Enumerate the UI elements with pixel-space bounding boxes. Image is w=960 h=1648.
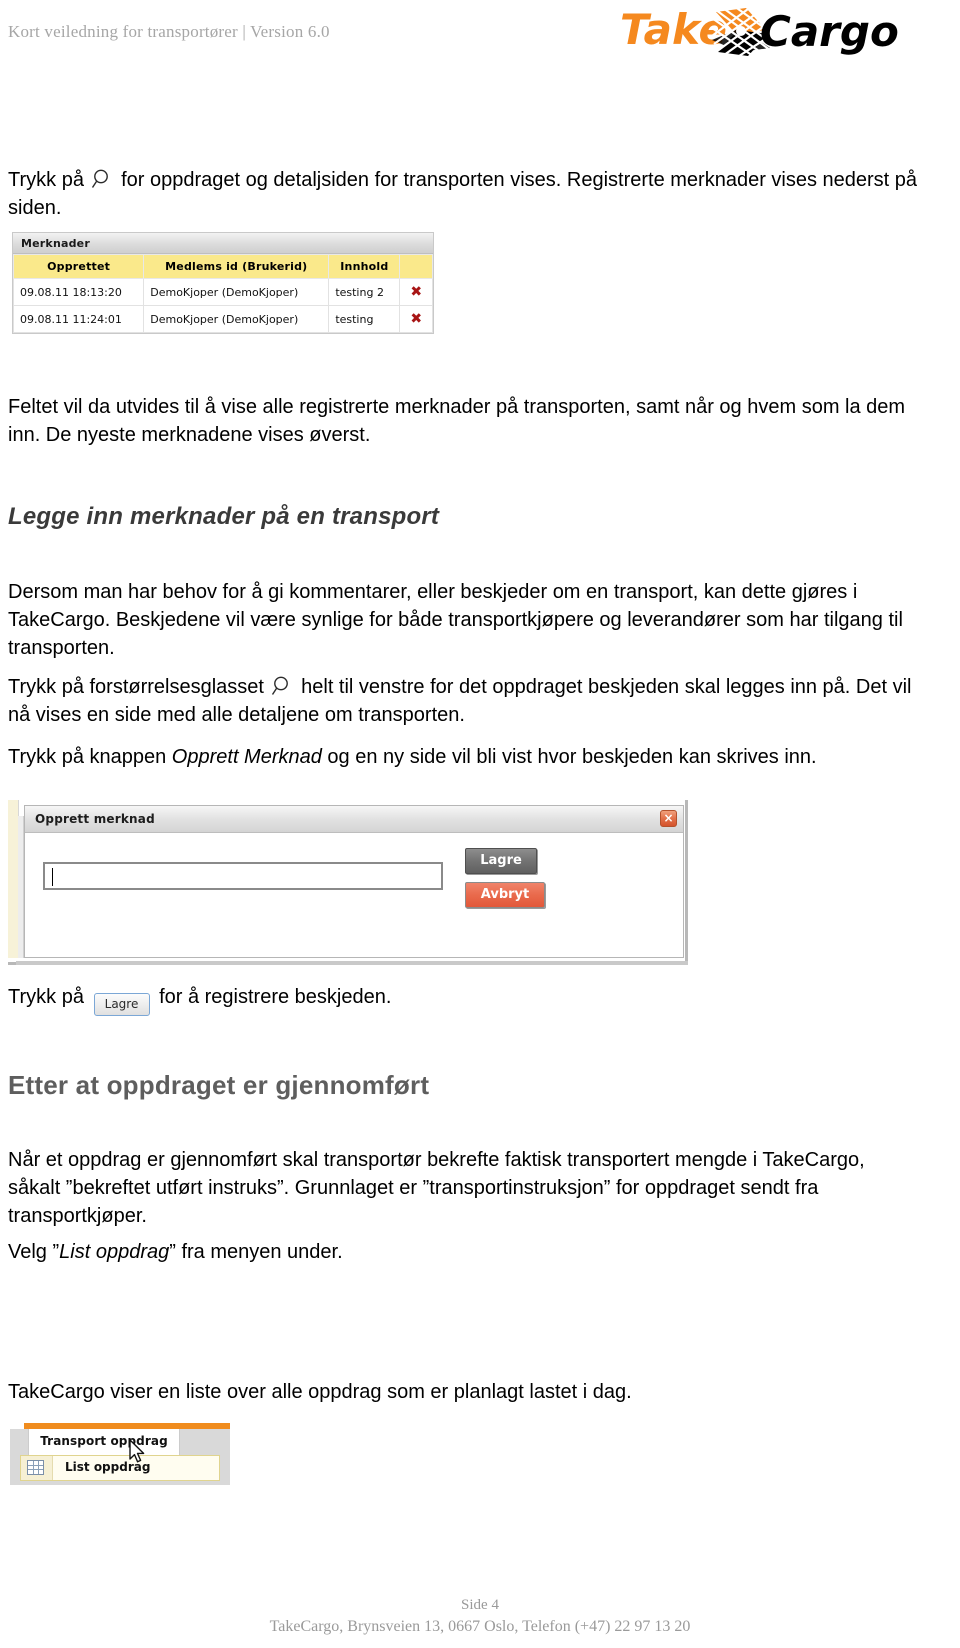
cell-innhold: testing 2 bbox=[328, 278, 401, 306]
merknader-table: Opprettet Medlems id (Brukerid) Innhold … bbox=[12, 254, 433, 333]
close-icon[interactable]: × bbox=[660, 810, 677, 827]
magnifier-icon bbox=[90, 168, 116, 190]
paragraph-velg-list-oppdrag: Velg ”List oppdrag” fra menyen under. bbox=[8, 1238, 343, 1266]
para5-emphasis-opprett-merknad: Opprett Merknad bbox=[171, 746, 322, 768]
mouse-pointer-icon bbox=[128, 1439, 148, 1467]
para5-text-before: Trykk på knappen bbox=[8, 746, 172, 768]
dialog-bottom-edge bbox=[16, 961, 688, 965]
merknader-panel-screenshot: Merknader Opprettet Medlems id (Brukerid… bbox=[12, 232, 434, 334]
footer-address: TakeCargo, Brynsveien 13, 0667 Oslo, Tel… bbox=[269, 1618, 691, 1635]
dialog-cancel-button[interactable]: Avbryt bbox=[465, 882, 545, 908]
column-header-actions bbox=[399, 254, 433, 279]
paragraph-trykk-pa-oppdraget: Trykk på for oppdraget og detaljsiden fo… bbox=[8, 166, 938, 222]
dialog-frame: Opprett merknad × Lagre Avbryt bbox=[24, 805, 684, 958]
dialog-titlebar: Opprett merknad × bbox=[25, 806, 683, 833]
cell-medlems-id: DemoKjoper (DemoKjoper) bbox=[143, 278, 330, 306]
section-heading-etter-at-oppdraget: Etter at oppdraget er gjennomført bbox=[8, 1070, 430, 1100]
column-header-opprettet: Opprettet bbox=[12, 254, 145, 279]
para1-text-before: Trykk på bbox=[8, 169, 84, 191]
magnifier-icon bbox=[270, 675, 296, 697]
para8-text-after: ” fra menyen under. bbox=[169, 1241, 343, 1263]
menu-item-icon-box bbox=[21, 1456, 53, 1480]
table-row: 09.08.11 11:24:01 DemoKjoper (DemoKjoper… bbox=[12, 305, 433, 333]
para4-text-before: Trykk på forstørrelsesglasset bbox=[8, 676, 264, 698]
menu-dropdown-panel: List oppdrag bbox=[20, 1455, 220, 1481]
paragraph-feltet-utvides: Feltet vil da utvides til å vise alle re… bbox=[8, 396, 906, 446]
delete-x-icon: ✖ bbox=[410, 284, 423, 300]
cell-innhold: testing bbox=[328, 305, 401, 333]
dialog-title: Opprett merknad bbox=[35, 812, 155, 826]
para1-text-after: for oppdraget og detaljsiden for transpo… bbox=[8, 169, 918, 219]
para6-text-after: for å registrere beskjeden. bbox=[159, 986, 392, 1008]
column-header-medlems-id: Medlems id (Brukerid) bbox=[143, 254, 330, 279]
inline-lagre-button[interactable]: Lagre bbox=[93, 993, 150, 1016]
transport-oppdrag-menu-screenshot: Transport oppdrag List oppdrag bbox=[10, 1423, 230, 1485]
dialog-save-button[interactable]: Lagre bbox=[465, 848, 537, 874]
svg-text:Take: Take bbox=[620, 6, 727, 54]
section-heading-legge-inn-merknader: Legge inn merknader på en transport bbox=[8, 503, 440, 530]
paragraph-trykk-pa-knappen-opprett-merknad: Trykk på knappen Opprett Merknad og en n… bbox=[8, 743, 938, 771]
takecargo-logo: Take Cargo bbox=[620, 6, 910, 58]
delete-row-button[interactable]: ✖ bbox=[399, 305, 433, 333]
page-footer: Side 4 TakeCargo, Brynsveien 13, 0667 Os… bbox=[0, 1597, 960, 1636]
footer-page-number: Side 4 bbox=[461, 1597, 499, 1613]
para8-text-before: Velg ” bbox=[8, 1241, 60, 1263]
opprett-merknad-dialog-screenshot: Opprett merknad × Lagre Avbryt bbox=[8, 800, 688, 965]
paragraph-nar-et-oppdrag-er-gjennomfort: Når et oppdrag er gjennomført skal trans… bbox=[8, 1149, 865, 1227]
svg-text:Cargo: Cargo bbox=[760, 7, 899, 56]
paragraph-trykk-pa-forstorrelsesglasset: Trykk på forstørrelsesglasset helt til v… bbox=[8, 673, 938, 729]
menu-tab-transport-oppdrag[interactable]: Transport oppdrag bbox=[28, 1429, 180, 1455]
text-caret bbox=[52, 868, 53, 886]
table-row: 09.08.11 18:13:20 DemoKjoper (DemoKjoper… bbox=[12, 278, 433, 306]
para8-emphasis-list-oppdrag: List oppdrag bbox=[59, 1241, 170, 1263]
column-header-innhold: Innhold bbox=[328, 254, 401, 279]
page-header: Kort veiledning for transportører | Vers… bbox=[0, 0, 960, 78]
paragraph-trykk-pa-lagre: Trykk på Lagre for å registrere beskjede… bbox=[8, 983, 391, 1016]
cell-medlems-id: DemoKjoper (DemoKjoper) bbox=[143, 305, 330, 333]
delete-row-button[interactable]: ✖ bbox=[399, 278, 433, 306]
paragraph-takecargo-viser-liste: TakeCargo viser en liste over alle oppdr… bbox=[8, 1381, 632, 1403]
merknader-panel-title: Merknader bbox=[13, 233, 433, 254]
delete-x-icon: ✖ bbox=[410, 311, 423, 327]
para6-text-before: Trykk på bbox=[8, 986, 84, 1008]
paragraph-dersom-man-har-behov: Dersom man har behov for å gi kommentare… bbox=[8, 581, 903, 659]
merknad-text-input[interactable] bbox=[43, 862, 443, 890]
grid-table-icon bbox=[27, 1460, 44, 1475]
header-title: Kort veiledning for transportører | Vers… bbox=[8, 22, 330, 41]
cell-opprettet: 09.08.11 18:13:20 bbox=[12, 278, 145, 306]
table-header-row: Opprettet Medlems id (Brukerid) Innhold bbox=[12, 254, 433, 279]
para5-text-after: og en ny side vil bli vist hvor beskjede… bbox=[321, 746, 817, 768]
cell-opprettet: 09.08.11 11:24:01 bbox=[12, 305, 145, 333]
